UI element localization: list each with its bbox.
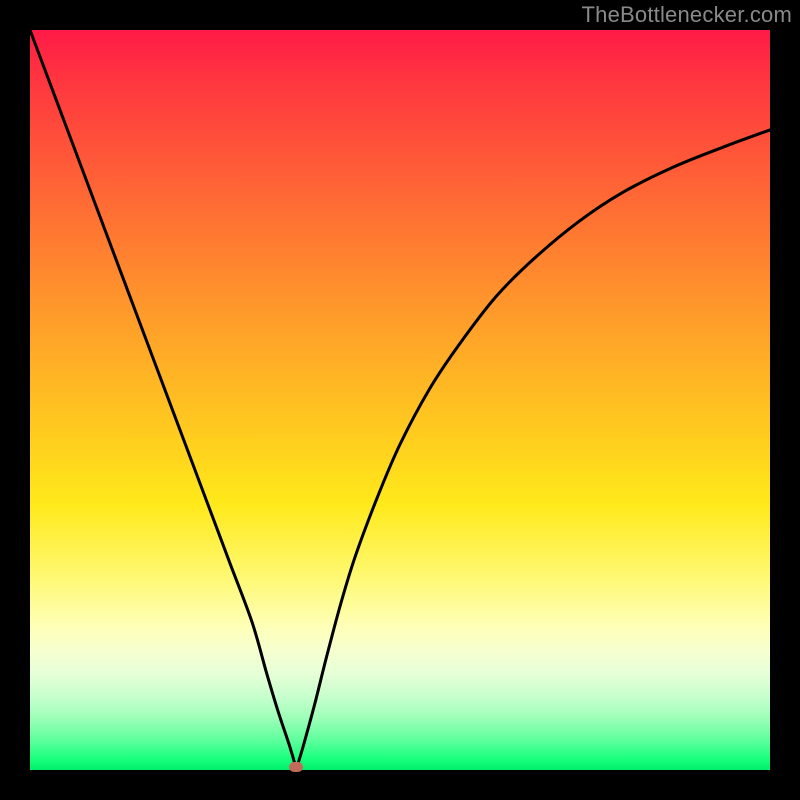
- bottleneck-curve: [30, 30, 770, 770]
- plot-area: [30, 30, 770, 770]
- chart-frame: TheBottlenecker.com: [0, 0, 800, 800]
- minimum-marker: [289, 762, 303, 772]
- watermark-text: TheBottlenecker.com: [582, 2, 792, 28]
